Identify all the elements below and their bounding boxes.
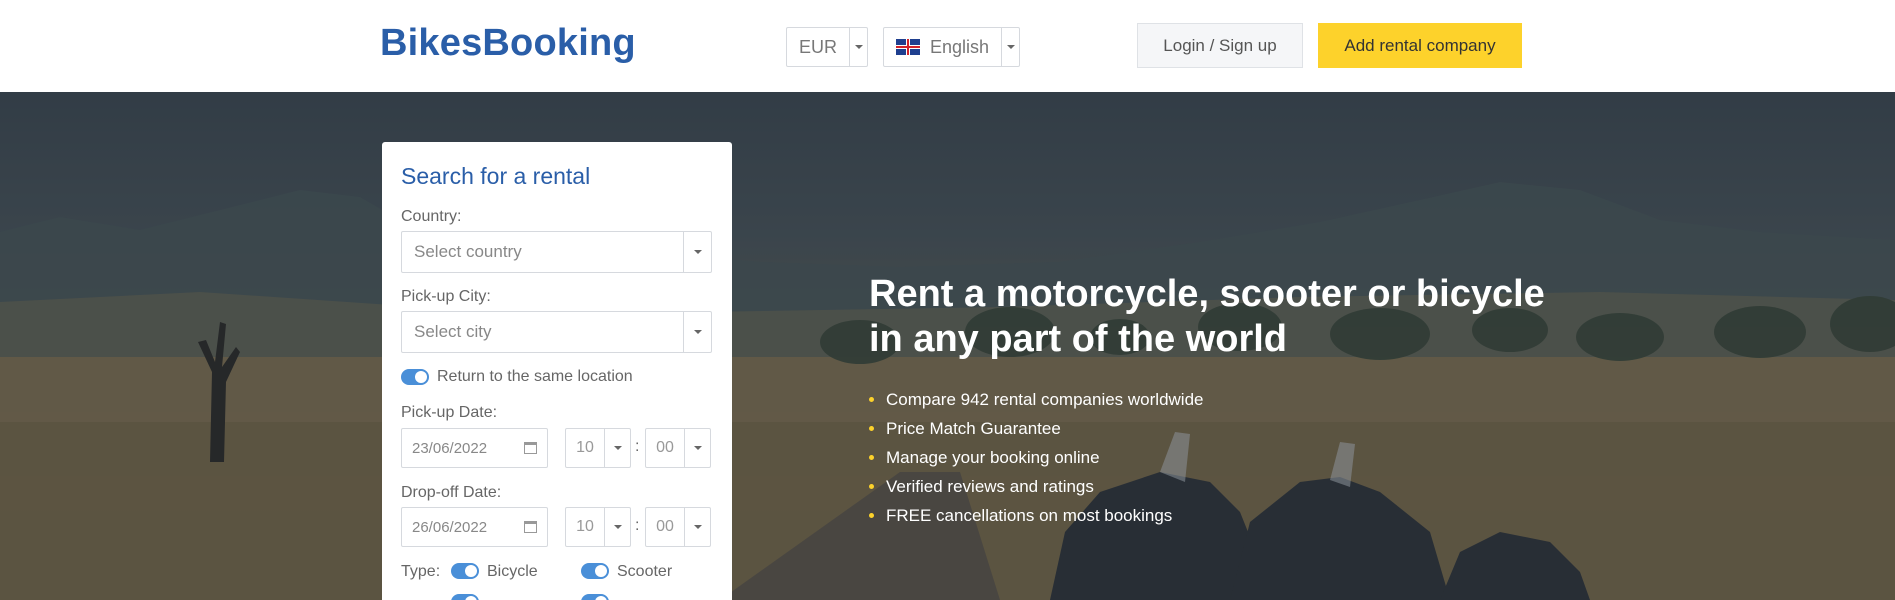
- dropoff-minute-select[interactable]: 00: [645, 507, 711, 547]
- type-label: Type:: [401, 563, 441, 580]
- same-location-toggle[interactable]: [401, 369, 429, 385]
- feature-item: Manage your booking online: [869, 443, 1204, 472]
- dropoff-date-label: Drop-off Date:: [401, 484, 502, 501]
- pickup-city-label: Pick-up City:: [401, 288, 491, 305]
- same-location-label: Return to the same location: [437, 368, 633, 385]
- hero-headline-line: in any part of the world: [869, 318, 1288, 360]
- feature-item: Compare 942 rental companies worldwide: [869, 385, 1204, 414]
- bullet-icon: [869, 484, 874, 489]
- bullet-icon: [869, 397, 874, 402]
- bullet-icon: [869, 455, 874, 460]
- chevron-down-icon[interactable]: [683, 232, 711, 272]
- chevron-down-icon[interactable]: [604, 508, 630, 546]
- bullet-icon: [869, 426, 874, 431]
- country-select[interactable]: Select country: [401, 231, 712, 273]
- search-panel: Search for a rental Country: Select coun…: [382, 142, 732, 600]
- calendar-icon[interactable]: [524, 442, 537, 454]
- feature-item: Verified reviews and ratings: [869, 472, 1204, 501]
- dropoff-hour-select[interactable]: 10: [565, 507, 631, 547]
- bicycle-label: Bicycle: [487, 563, 538, 580]
- dropoff-date-input[interactable]: 26/06/2022: [401, 507, 548, 547]
- quad-toggle[interactable]: [581, 594, 609, 600]
- city-placeholder: Select city: [414, 322, 492, 341]
- chevron-down-icon[interactable]: [684, 508, 710, 546]
- country-placeholder: Select country: [414, 242, 522, 261]
- calendar-icon[interactable]: [524, 521, 537, 533]
- language-value: English: [930, 36, 990, 57]
- scooter-toggle[interactable]: [581, 563, 609, 579]
- bicycle-toggle[interactable]: [451, 563, 479, 579]
- chevron-down-icon[interactable]: [1001, 28, 1019, 66]
- country-label: Country:: [401, 208, 462, 225]
- pickup-date-input[interactable]: 23/06/2022: [401, 428, 548, 468]
- feature-item: Price Match Guarantee: [869, 414, 1204, 443]
- feature-list: Compare 942 rental companies worldwide P…: [869, 385, 1204, 530]
- feature-item: FREE cancellations on most bookings: [869, 501, 1204, 530]
- language-dropdown[interactable]: English: [883, 27, 1020, 67]
- add-rental-company-button[interactable]: Add rental company: [1318, 23, 1522, 68]
- currency-value: EUR: [799, 36, 838, 57]
- pickup-date-label: Pick-up Date:: [401, 404, 498, 421]
- hero-headline: Rent a motorcycle, scooter or bicycle in…: [869, 272, 1569, 362]
- site-logo[interactable]: BikesBooking: [380, 22, 636, 65]
- pickup-minute-select[interactable]: 00: [645, 428, 711, 468]
- bullet-icon: [869, 513, 874, 518]
- site-header: BikesBooking EUR English Login / Sign up…: [0, 0, 1895, 92]
- login-signup-button[interactable]: Login / Sign up: [1137, 23, 1303, 68]
- hero-headline-line: Rent a motorcycle, scooter or bicycle: [869, 273, 1545, 315]
- chevron-down-icon[interactable]: [604, 429, 630, 467]
- chevron-down-icon[interactable]: [683, 312, 711, 352]
- hero-section: Rent a motorcycle, scooter or bicycle in…: [0, 92, 1895, 600]
- pickup-date-value: 23/06/2022: [412, 439, 488, 457]
- scooter-label: Scooter: [617, 563, 673, 580]
- motorcycle-toggle[interactable]: [451, 594, 479, 600]
- currency-dropdown[interactable]: EUR: [786, 27, 868, 67]
- search-panel-title: Search for a rental: [401, 163, 591, 189]
- time-separator: :: [635, 517, 640, 534]
- chevron-down-icon[interactable]: [684, 429, 710, 467]
- time-separator: :: [635, 438, 640, 455]
- dropoff-date-value: 26/06/2022: [412, 518, 488, 536]
- pickup-hour-select[interactable]: 10: [565, 428, 631, 468]
- uk-flag-icon: [896, 39, 920, 55]
- chevron-down-icon[interactable]: [849, 28, 867, 66]
- city-select[interactable]: Select city: [401, 311, 712, 353]
